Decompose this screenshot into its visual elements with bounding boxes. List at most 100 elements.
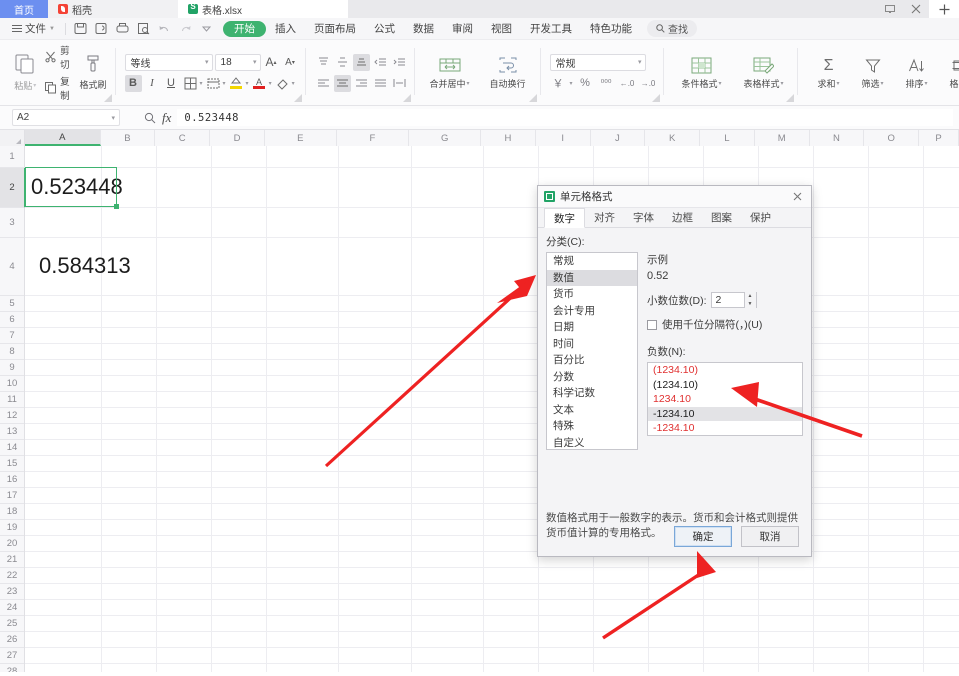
column-header-H[interactable]: H: [481, 130, 536, 146]
category-item-accounting[interactable]: 会计专用: [547, 303, 637, 320]
number-dialog-launcher[interactable]: [651, 94, 660, 102]
merge-cells-button[interactable]: 合并居中 ▾: [424, 56, 476, 90]
row-header-10[interactable]: 10: [0, 376, 24, 392]
font-size-select[interactable]: 18 ▾: [214, 53, 261, 71]
negative-option-3[interactable]: -1234.10: [648, 406, 802, 421]
ribbon-tab-features[interactable]: 特色功能: [581, 21, 641, 37]
row-header-9[interactable]: 9: [0, 360, 24, 376]
clear-format-icon[interactable]: [274, 75, 291, 92]
select-all-corner[interactable]: [0, 130, 25, 146]
currency-icon[interactable]: ￥: [550, 75, 567, 92]
redo-icon[interactable]: [175, 18, 196, 40]
cancel-button[interactable]: 取消: [741, 525, 799, 547]
column-header-G[interactable]: G: [409, 130, 481, 146]
ok-button[interactable]: 确定: [674, 525, 732, 547]
chevron-down-icon[interactable]: ▾: [200, 80, 203, 87]
column-header-B[interactable]: B: [100, 130, 156, 146]
align-right-icon[interactable]: [353, 75, 370, 92]
category-item-scientific[interactable]: 科学记数: [547, 385, 637, 402]
category-list[interactable]: 常规 数值 货币 会计专用 日期 时间 百分比 分数 科学记数 文本 特殊 自定…: [546, 252, 638, 450]
grid-cells[interactable]: 0.523448 0.584313: [25, 146, 959, 672]
column-header-I[interactable]: I: [535, 130, 591, 146]
row-header-1[interactable]: 1: [0, 146, 24, 168]
category-item-special[interactable]: 特殊: [547, 418, 637, 435]
dialog-tab-pattern[interactable]: 图案: [702, 208, 741, 228]
tab-document[interactable]: 表格.xlsx: [178, 0, 348, 18]
cut-button[interactable]: 剪切: [44, 43, 77, 71]
row-header-21[interactable]: 21: [0, 552, 24, 568]
customize-toolbar-icon[interactable]: [196, 18, 217, 40]
table-style-button[interactable]: 表格样式 ▾: [737, 56, 791, 90]
save-as-cloud-icon[interactable]: [91, 18, 112, 40]
filter-button[interactable]: 筛选 ▾: [853, 56, 893, 90]
fx-label[interactable]: fx: [162, 110, 171, 126]
ribbon-tab-start[interactable]: 开始: [222, 20, 266, 37]
row-header-15[interactable]: 15: [0, 456, 24, 472]
dialog-tab-protection[interactable]: 保护: [741, 208, 780, 228]
column-header-D[interactable]: D: [210, 130, 265, 146]
borders-icon[interactable]: [182, 75, 199, 92]
fill-color-icon[interactable]: [228, 75, 245, 92]
plus-icon[interactable]: [929, 0, 959, 18]
tab-home[interactable]: 首页: [0, 0, 48, 18]
stepper-down-icon[interactable]: ▼: [745, 300, 756, 308]
column-header-J[interactable]: J: [590, 130, 646, 146]
thousands-separator-row[interactable]: 使用千位分隔符(，)(U): [647, 317, 803, 332]
row-header-5[interactable]: 5: [0, 296, 24, 312]
styles-dialog-launcher[interactable]: [785, 94, 794, 102]
alignment-dialog-launcher[interactable]: [402, 94, 411, 102]
justify-icon[interactable]: [372, 75, 389, 92]
ribbon-tab-view[interactable]: 视图: [482, 21, 521, 37]
file-menu-button[interactable]: 文件 ▼: [6, 21, 61, 36]
row-header-4[interactable]: 4: [0, 238, 24, 296]
thousands-separator-icon[interactable]: ⁰⁰⁰: [598, 75, 615, 92]
row-header-3[interactable]: 3: [0, 208, 24, 238]
ribbon-tab-formula[interactable]: 公式: [365, 21, 404, 37]
category-item-number[interactable]: 数值: [547, 269, 637, 286]
paste-button[interactable]: 粘贴 ▾: [6, 53, 44, 92]
chevron-down-icon[interactable]: ▾: [223, 80, 226, 87]
ribbon-tab-devtools[interactable]: 开发工具: [521, 21, 581, 37]
search-icon[interactable]: [144, 112, 156, 124]
align-middle-icon[interactable]: [334, 54, 351, 71]
cell-style-icon[interactable]: [205, 75, 222, 92]
column-header-E[interactable]: E: [264, 130, 337, 146]
font-family-select[interactable]: 等线 ▾: [124, 53, 213, 71]
stepper-up-icon[interactable]: ▲: [745, 292, 756, 300]
row-header-2[interactable]: 2: [0, 168, 26, 208]
row-header-7[interactable]: 7: [0, 328, 24, 344]
number-format-select[interactable]: 常规 ▾: [549, 53, 646, 71]
row-header-18[interactable]: 18: [0, 504, 24, 520]
ribbon-tab-pagelayout[interactable]: 页面布局: [305, 21, 365, 37]
row-header-27[interactable]: 27: [0, 648, 24, 664]
chevron-down-icon[interactable]: ▾: [246, 80, 249, 87]
category-item-date[interactable]: 日期: [547, 319, 637, 336]
row-header-20[interactable]: 20: [0, 536, 24, 552]
negative-option-1[interactable]: (1234.10): [648, 378, 802, 393]
percent-icon[interactable]: %: [577, 75, 594, 92]
cell-A4[interactable]: 0.584313: [33, 237, 131, 295]
dialog-tab-alignment[interactable]: 对齐: [585, 208, 624, 228]
column-header-L[interactable]: L: [700, 130, 755, 146]
column-header-O[interactable]: O: [864, 130, 920, 146]
dialog-tab-font[interactable]: 字体: [624, 208, 663, 228]
print-icon[interactable]: [112, 18, 133, 40]
category-item-percentage[interactable]: 百分比: [547, 352, 637, 369]
row-header-23[interactable]: 23: [0, 584, 24, 600]
formula-input[interactable]: 0.523448: [177, 109, 953, 126]
negative-options-list[interactable]: (1234.10) (1234.10) 1234.10 -1234.10 -12…: [647, 362, 803, 436]
ribbon-tab-insert[interactable]: 插入: [266, 21, 305, 37]
increase-font-size-icon[interactable]: A ▴: [263, 54, 280, 71]
category-item-custom[interactable]: 自定义: [547, 435, 637, 450]
increase-decimal-icon[interactable]: ←.0: [619, 75, 636, 92]
autosum-button[interactable]: Σ 求和 ▾: [809, 56, 849, 90]
thousands-separator-checkbox[interactable]: [647, 319, 657, 330]
close-icon[interactable]: [903, 0, 929, 18]
row-header-14[interactable]: 14: [0, 440, 24, 456]
row-header-13[interactable]: 13: [0, 424, 24, 440]
row-header-25[interactable]: 25: [0, 616, 24, 632]
undo-icon[interactable]: [154, 18, 175, 40]
row-header-6[interactable]: 6: [0, 312, 24, 328]
sort-button[interactable]: 排序 ▾: [897, 56, 937, 90]
align-top-icon[interactable]: [315, 54, 332, 71]
